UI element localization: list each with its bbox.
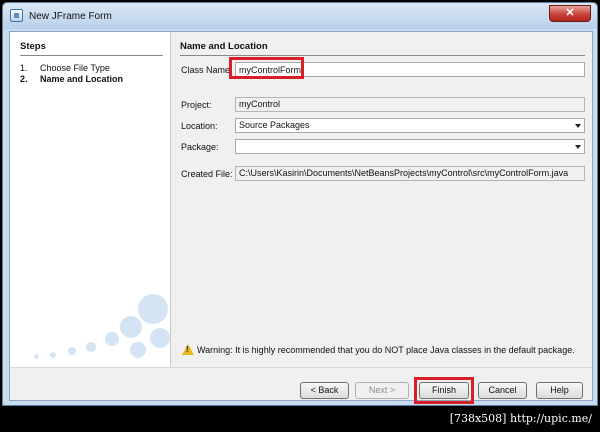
class-name-label: Class Name: — [181, 65, 233, 75]
package-select[interactable] — [235, 139, 585, 154]
chevron-down-icon — [575, 124, 581, 128]
finish-highlight — [414, 377, 474, 404]
warning-icon — [182, 344, 194, 355]
next-button[interactable]: Next > — [355, 382, 409, 399]
help-button[interactable]: Help — [536, 382, 583, 399]
warning-text: Warning: It is highly recommended that y… — [197, 345, 575, 355]
steps-panel: Steps 1. Choose File Type 2. Name and Loca… — [10, 32, 171, 367]
location-select[interactable]: Source Packages — [235, 118, 585, 133]
location-label: Location: — [181, 121, 218, 131]
created-file-field: C:\Users\Kasirin\Documents\NetBeansProje… — [235, 166, 585, 181]
warning-message: Warning: It is highly recommended that y… — [182, 344, 575, 355]
back-button[interactable]: < Back — [300, 382, 349, 399]
close-button[interactable]: ✕ — [549, 5, 591, 22]
title-bar[interactable]: New JFrame Form ✕ — [3, 3, 597, 29]
location-value: Source Packages — [239, 120, 310, 130]
step-label: Name and Location — [40, 74, 124, 84]
dialog-window: New JFrame Form ✕ Steps 1. Choose File Ty… — [2, 2, 598, 406]
section-title: Name and Location — [180, 41, 585, 56]
button-bar: < Back Next > Finish Cancel Help — [10, 367, 592, 404]
package-label: Package: — [181, 142, 219, 152]
project-label: Project: — [181, 100, 212, 110]
step-name-and-location: 2. Name and Location — [20, 74, 123, 84]
step-number: 2. — [20, 74, 28, 84]
created-file-label: Created File: — [181, 169, 233, 179]
window-title: New JFrame Form — [29, 11, 112, 22]
app-window-icon — [10, 9, 23, 22]
step-choose-file-type: 1. Choose File Type — [20, 63, 110, 73]
name-location-panel: Name and Location Class Name: Project: m… — [171, 32, 592, 367]
class-name-highlight — [229, 57, 304, 79]
step-number: 1. — [20, 63, 28, 73]
close-icon: ✕ — [565, 7, 575, 19]
step-label: Choose File Type — [40, 63, 110, 73]
chevron-down-icon — [575, 145, 581, 149]
steps-title: Steps — [20, 41, 163, 56]
cancel-button[interactable]: Cancel — [478, 382, 527, 399]
image-size-caption: [738x508] http://upic.me/ — [441, 409, 600, 429]
dialog-content: Steps 1. Choose File Type 2. Name and Loca… — [9, 31, 593, 404]
project-field: myControl — [235, 97, 585, 112]
